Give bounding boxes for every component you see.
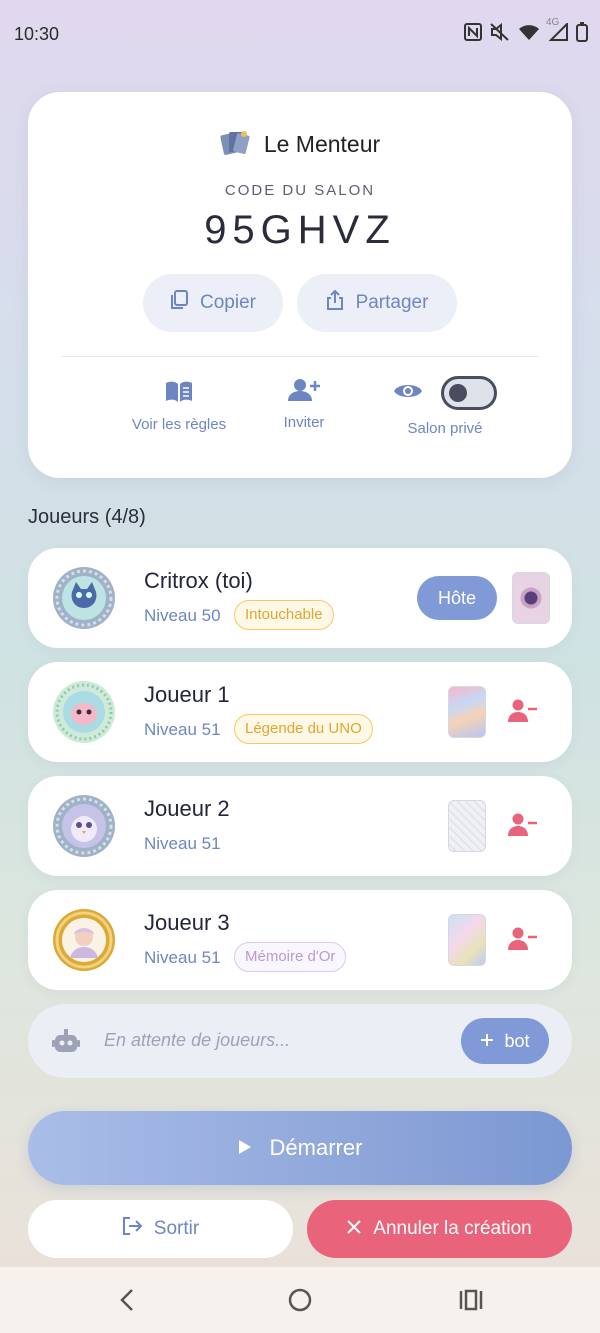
copy-icon	[170, 290, 188, 316]
private-row	[393, 376, 497, 410]
code-actions: Copier Partager	[28, 274, 572, 332]
room-code-label: CODE DU SALON	[224, 182, 376, 199]
room-card: Le Menteur CODE DU SALON 95GHVZ Copier P…	[28, 92, 572, 478]
player-name: Joueur 1	[144, 682, 230, 707]
play-icon	[238, 1135, 252, 1161]
status-bar: 10:30 4G	[0, 0, 600, 70]
private-label: Salon privé	[407, 420, 483, 437]
player-name: Joueur 2	[144, 796, 230, 821]
add-bot-label: bot	[504, 1030, 530, 1051]
room-options: Voir les règles Inviter Salon privé	[28, 376, 572, 466]
host-badge: Hôte	[417, 576, 497, 620]
share-icon	[326, 289, 344, 316]
system-nav-bar	[0, 1267, 600, 1333]
status-icons: 4G	[464, 17, 588, 46]
cancel-label: Annuler la création	[373, 1218, 532, 1239]
waiting-row: En attente de joueurs... bot	[28, 1004, 572, 1078]
copy-label: Copier	[200, 292, 256, 313]
card-back-icon	[512, 572, 550, 624]
player-level: Niveau 51	[144, 720, 221, 739]
exit-icon	[122, 1216, 143, 1242]
card-back-icon	[448, 686, 486, 738]
player-name: Joueur 3	[144, 910, 230, 935]
share-button[interactable]: Partager	[297, 274, 457, 332]
cards-icon	[220, 128, 250, 160]
room-code: 95GHVZ	[204, 208, 396, 252]
game-title-row: Le Menteur	[28, 128, 572, 160]
private-toggle[interactable]	[441, 376, 497, 410]
back-icon[interactable]	[113, 1285, 143, 1315]
card-divider	[62, 356, 538, 357]
player-title-badge: Légende du UNO	[234, 714, 373, 744]
leave-button[interactable]: Sortir	[28, 1200, 293, 1258]
player-row: Joueur 1 Niveau 51 Légende du UNO	[28, 662, 572, 762]
invite-label: Inviter	[283, 414, 325, 431]
share-label: Partager	[355, 292, 429, 313]
add-user-icon	[288, 378, 320, 406]
kick-player-button[interactable]	[508, 926, 538, 954]
rules-label: Voir les règles	[131, 416, 227, 433]
avatar	[52, 794, 116, 858]
game-title: Le Menteur	[263, 130, 381, 157]
battery-icon	[576, 22, 588, 46]
robot-icon	[52, 1028, 80, 1058]
add-bot-button[interactable]: bot	[461, 1018, 549, 1064]
player-row: Critrox (toi) Niveau 50 Intouchable Hôte	[28, 548, 572, 648]
toggle-knob	[449, 384, 467, 402]
waiting-text: En attente de joueurs...	[104, 1030, 291, 1050]
players-heading: Joueurs (4/8)	[28, 506, 146, 528]
card-back-icon	[448, 800, 486, 852]
close-icon	[347, 1218, 361, 1240]
book-icon	[164, 380, 194, 408]
signal-4g-icon: 4G	[546, 17, 568, 45]
avatar	[52, 566, 116, 630]
card-back-icon	[448, 914, 486, 966]
status-time: 10:30	[14, 24, 60, 44]
cancel-creation-button[interactable]: Annuler la création	[307, 1200, 572, 1258]
avatar	[52, 908, 116, 972]
private-room-setting: Salon privé	[380, 376, 510, 437]
network-type: 4G	[546, 17, 560, 28]
start-label: Démarrer	[269, 1135, 363, 1160]
eye-icon	[393, 380, 423, 406]
invite-button[interactable]: Inviter	[274, 378, 334, 431]
player-row: Joueur 2 Niveau 51	[28, 776, 572, 876]
player-row: Joueur 3 Niveau 51 Mémoire d'Or	[28, 890, 572, 990]
rules-button[interactable]: Voir les règles	[114, 380, 244, 433]
plus-icon	[480, 1031, 494, 1052]
kick-player-button[interactable]	[508, 698, 538, 726]
player-level: Niveau 50	[144, 606, 221, 625]
mute-icon	[490, 22, 510, 45]
player-title-badge: Mémoire d'Or	[234, 942, 347, 972]
nfc-icon	[464, 23, 482, 45]
home-icon[interactable]	[285, 1285, 315, 1315]
start-button[interactable]: Démarrer	[28, 1111, 572, 1185]
player-level: Niveau 51	[144, 834, 221, 853]
player-name: Critrox (toi)	[144, 568, 253, 593]
wifi-icon	[518, 23, 540, 45]
kick-player-button[interactable]	[508, 812, 538, 840]
player-title-badge: Intouchable	[234, 600, 334, 630]
leave-label: Sortir	[153, 1218, 200, 1239]
copy-button[interactable]: Copier	[143, 274, 283, 332]
avatar	[52, 680, 116, 744]
recent-apps-icon[interactable]	[456, 1285, 486, 1315]
player-level: Niveau 51	[144, 948, 221, 967]
